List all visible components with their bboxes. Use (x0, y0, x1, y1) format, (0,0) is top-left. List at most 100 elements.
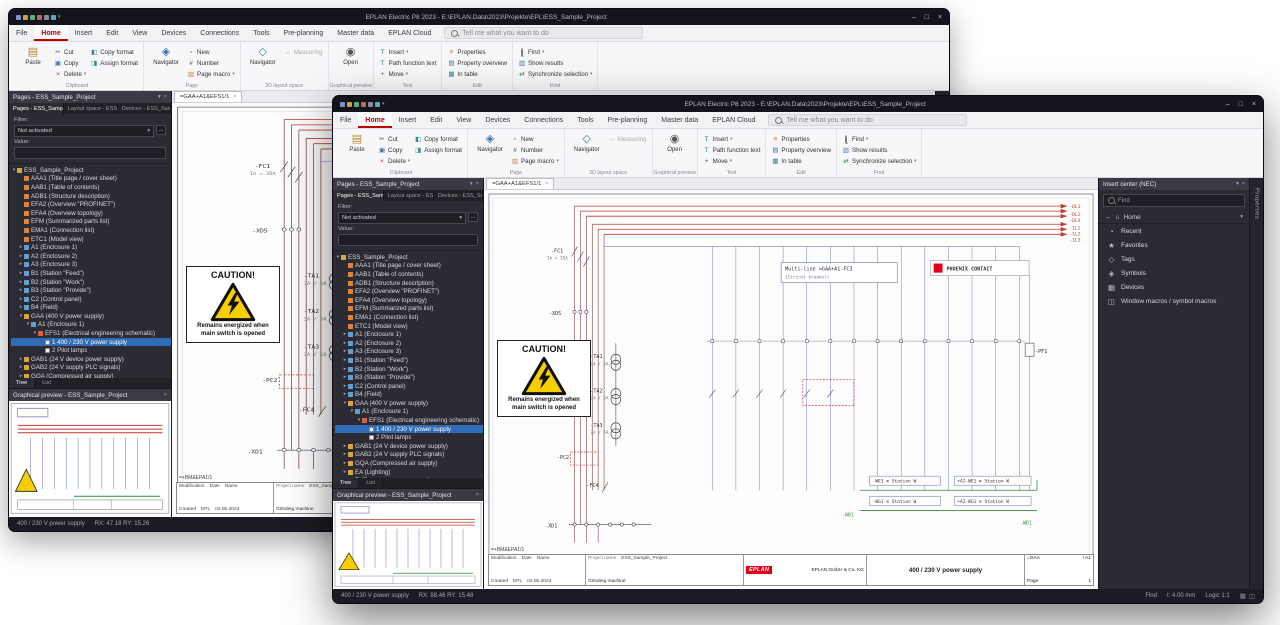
qat-icon[interactable] (23, 15, 28, 20)
delete-button[interactable]: ×Delete▾ (54, 69, 86, 79)
back-icon[interactable]: ← (1105, 214, 1112, 221)
ribbon-tab[interactable]: EPLAN Cloud (381, 25, 438, 41)
tree-item[interactable]: 2 Pilot lamps (335, 433, 483, 442)
tree-item[interactable]: AAA1 (Title page / cover sheet) (335, 262, 483, 271)
status-find[interactable]: Find (1145, 593, 1157, 599)
tree-item[interactable]: 1 400 / 230 V power supply (335, 425, 483, 434)
preview-body[interactable] (333, 501, 483, 589)
editor-canvas[interactable]: =GAA+A1&EFS1/1× -DL1 -DL2 -DL3 -1L1 -1L2… (484, 178, 1098, 589)
tree-item[interactable]: EFA4 (Overview topology) (11, 209, 171, 218)
insert-text-button[interactable]: TInsert▾ (703, 134, 761, 144)
qat-icon[interactable] (361, 102, 366, 107)
close-panel-icon[interactable]: × (1242, 181, 1245, 187)
tree-item[interactable]: EFA2 (Overview "PROFINET") (11, 200, 171, 209)
qat-icon[interactable] (354, 102, 359, 107)
synchronize-selection-button[interactable]: ⇄Synchronize selection▾ (842, 156, 917, 166)
tree-item[interactable]: ▸ C2 (Control panel) (11, 295, 171, 304)
ribbon-tab[interactable]: Devices (154, 25, 193, 41)
ribbon-tab[interactable]: Connections (517, 112, 570, 128)
ribbon-tab[interactable]: View (125, 25, 154, 41)
show-results-button[interactable]: ▥Show results (518, 58, 593, 68)
copy-format-button[interactable]: ◧Copy format (90, 47, 138, 57)
close-panel-icon[interactable]: × (164, 392, 167, 398)
pin-icon[interactable]: ▾ (470, 181, 473, 187)
ribbon-tab[interactable]: Master data (654, 112, 705, 128)
tree-item[interactable]: ETC1 (Model view) (335, 322, 483, 331)
tree-item[interactable]: AAA1 (Title page / cover sheet) (11, 175, 171, 184)
dock-tab[interactable]: Layout space - ESS_Sa... (384, 190, 434, 201)
page-navigator-button[interactable]: ◈Navigator (149, 44, 183, 66)
show-results-button[interactable]: ▥Show results (842, 145, 917, 155)
filter-select[interactable]: Not activated▾ (338, 212, 466, 224)
filter-more-button[interactable]: ... (156, 125, 166, 135)
move-text-button[interactable]: +Move▾ (379, 69, 437, 79)
assign-format-button[interactable]: ◨Assign format (414, 145, 462, 155)
page-macro-button[interactable]: ▥Page macro▾ (511, 156, 559, 166)
sheet-tab[interactable]: =GAA+A1&EFS1/1× (174, 91, 242, 102)
filter-value-input[interactable] (14, 147, 166, 159)
tree-item[interactable]: ▾ GAA (400 V power supply) (11, 312, 171, 321)
tree-item[interactable]: EFA4 (Overview topology) (335, 296, 483, 305)
tree-item[interactable]: ▸ B4 (Field) (335, 391, 483, 400)
number-button[interactable]: #Number (511, 145, 559, 155)
number-button[interactable]: #Number (187, 58, 235, 68)
copy-format-button[interactable]: ◧Copy format (414, 134, 462, 144)
status-logic[interactable]: Logic 1:1 (1205, 593, 1229, 599)
insert-center-item[interactable]: ◫ Window macros / symbol macros (1099, 294, 1249, 308)
page-navigator-button[interactable]: ◈Navigator (473, 131, 507, 153)
ribbon-tab[interactable]: Insert (392, 112, 424, 128)
close-panel-icon[interactable]: × (164, 94, 167, 100)
dock-tab[interactable]: Pages - ESS_Sample_P... (9, 103, 64, 114)
cut-button[interactable]: ✂Cut (54, 47, 86, 57)
measuring-button[interactable]: ↔Measuring (284, 47, 323, 57)
measuring-button[interactable]: ↔Measuring (608, 134, 647, 144)
tree-item[interactable]: 2 Pilot lamps (11, 346, 171, 355)
qat-icon[interactable] (51, 15, 56, 20)
tellme-search[interactable]: Tell me what you want to do (444, 27, 643, 39)
tree-item[interactable]: ▸ C2 (Control panel) (335, 382, 483, 391)
ribbon-tab[interactable]: Edit (423, 112, 449, 128)
properties-button[interactable]: ≡Properties (771, 134, 831, 144)
tree-item[interactable]: ▸ GQA (Compressed air supply) (335, 459, 483, 468)
page-macro-button[interactable]: ▥Page macro▾ (187, 69, 235, 79)
qat-icon[interactable] (340, 102, 345, 107)
paste-button[interactable]: ▤Paste (16, 44, 50, 66)
tree-item[interactable]: ▾ EFS1 (Electrical engineering schematic… (11, 329, 171, 338)
view-tab[interactable]: List (359, 478, 383, 488)
ribbon-tab[interactable]: Pre-planning (277, 25, 331, 41)
tree-item[interactable]: AAB1 (Table of contents) (11, 183, 171, 192)
close-tab-icon[interactable]: × (545, 181, 548, 187)
close-tab-icon[interactable]: × (233, 94, 236, 100)
tree-item[interactable]: ▸ B2 (Station "Work") (335, 365, 483, 374)
in-table-button[interactable]: ▦In table (771, 156, 831, 166)
filter-value-input[interactable] (338, 234, 478, 246)
layout-space-navigator-button[interactable]: ◇Navigator (246, 44, 280, 66)
dock-tab[interactable]: Devices - ESS_Sample... (118, 103, 171, 114)
insert-text-button[interactable]: TInsert▾ (379, 47, 437, 57)
tree-item[interactable]: EFM (Summarized parts list) (11, 218, 171, 227)
tree-item[interactable]: ▸ A3 (Enclosure 3) (11, 261, 171, 270)
tree-item[interactable]: ▸ A2 (Enclosure 2) (335, 339, 483, 348)
ribbon-tab[interactable]: View (449, 112, 478, 128)
qat-icon[interactable] (375, 102, 380, 107)
tree-item[interactable]: ADB1 (Structure description) (11, 192, 171, 201)
grid-toggle-icon[interactable]: ▦ (1240, 592, 1246, 600)
sheet-tab[interactable]: =GAA+A1&EFS1/1× (486, 178, 554, 189)
insert-center-item[interactable]: ★ Favorites (1099, 238, 1249, 252)
minimize-button[interactable]: – (1226, 101, 1230, 108)
dock-tab[interactable]: Pages - ESS_Sample_P... (333, 190, 384, 201)
tree-item[interactable]: ▾ A1 (Enclosure 1) (335, 408, 483, 417)
close-button[interactable]: × (938, 14, 942, 21)
tree-item[interactable]: ▸ A2 (Enclosure 2) (11, 252, 171, 261)
maximize-button[interactable]: □ (925, 14, 929, 21)
ribbon-tab[interactable]: File (333, 112, 358, 128)
paste-button[interactable]: ▤Paste (340, 131, 374, 153)
synchronize-selection-button[interactable]: ⇄Synchronize selection▾ (518, 69, 593, 79)
ribbon-tab[interactable]: Master data (330, 25, 381, 41)
tree-item[interactable]: ▸ GAB1 (24 V device power supply) (11, 355, 171, 364)
ribbon-tab[interactable]: Pre-planning (601, 112, 655, 128)
ribbon-tab[interactable]: File (9, 25, 34, 41)
tree-item[interactable]: ETC1 (Model view) (11, 235, 171, 244)
ribbon-tab[interactable]: Tools (570, 112, 600, 128)
in-table-button[interactable]: ▦In table (447, 69, 507, 79)
